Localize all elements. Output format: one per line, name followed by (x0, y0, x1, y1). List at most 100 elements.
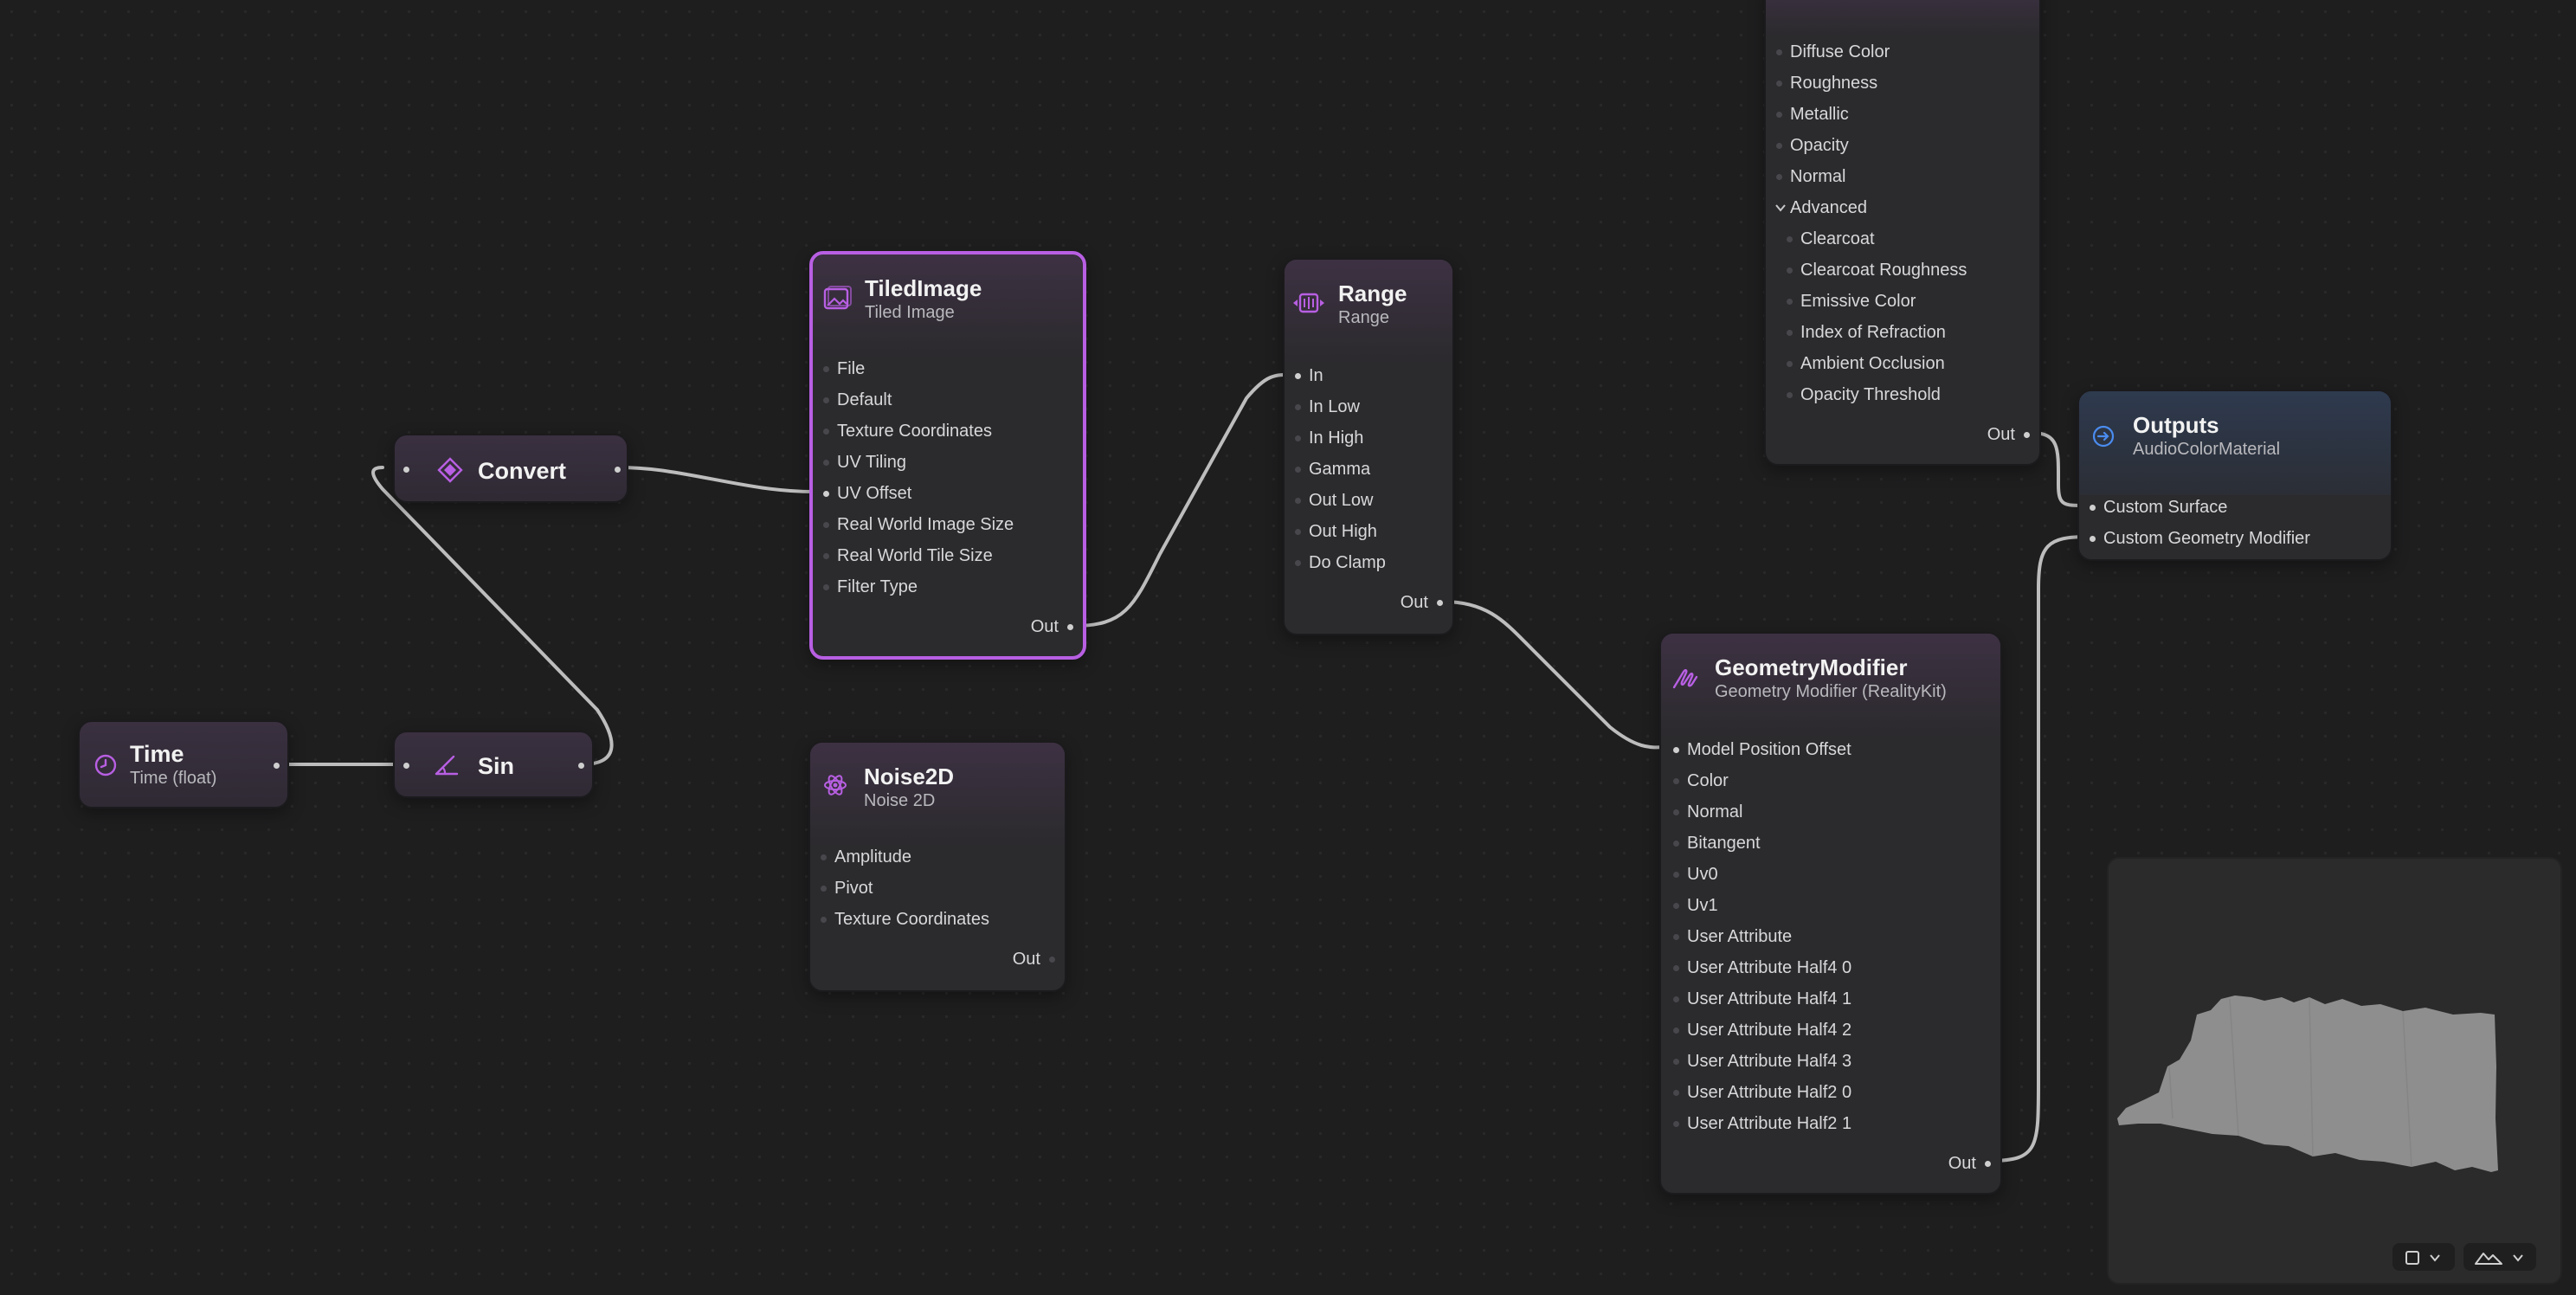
input-port-normal[interactable]: Normal (1775, 166, 1845, 187)
input-port-dot[interactable] (403, 763, 409, 769)
node-header[interactable]: Noise2D Noise 2D (810, 743, 1065, 847)
clock-icon (94, 754, 117, 776)
preview-surface-node[interactable]: Diffuse Color Roughness Metallic Opacity… (1764, 0, 2041, 466)
input-port-pivot[interactable]: Pivot (820, 878, 873, 899)
convert-node[interactable]: Convert (393, 434, 628, 503)
node-title: Outputs (2133, 412, 2219, 438)
input-port-index-of-refraction[interactable]: Index of Refraction (1787, 322, 1946, 343)
wire-geometrymodifier-to-outputs (1988, 535, 2090, 1163)
advanced-label: Advanced (1790, 198, 1867, 217)
node-title: Sin (478, 753, 515, 779)
input-port-real-world-image-size[interactable]: Real World Image Size (822, 514, 1014, 535)
input-port-ambient-occlusion[interactable]: Ambient Occlusion (1787, 353, 1945, 374)
input-port-do-clamp[interactable]: Do Clamp (1295, 552, 1386, 573)
node-title: Convert (478, 458, 567, 484)
input-port-out-high[interactable]: Out High (1295, 521, 1377, 542)
input-port-diffuse-color[interactable]: Diffuse Color (1775, 42, 1890, 62)
range-icon (1293, 293, 1324, 313)
atom-icon (824, 775, 847, 796)
input-port-color[interactable]: Color (1673, 770, 1729, 791)
range-node[interactable]: Range Range In In Low In High Gamma Out … (1283, 258, 1454, 635)
input-port-default[interactable]: Default (822, 390, 892, 410)
output-port-out[interactable]: Out (1987, 424, 2031, 445)
scribble-icon (1672, 669, 1698, 689)
input-port-opacity-threshold[interactable]: Opacity Threshold (1787, 384, 1941, 405)
input-port-texture-coordinates[interactable]: Texture Coordinates (823, 421, 992, 441)
input-port-custom-surface[interactable]: Custom Surface (2089, 497, 2227, 518)
output-port-out[interactable]: Out (1401, 592, 1444, 613)
wire-sin-to-convert (371, 466, 614, 766)
outputs-node[interactable]: Outputs AudioColorMaterial Custom Surfac… (2077, 390, 2392, 561)
output-port-dot[interactable] (615, 467, 621, 473)
node-header[interactable]: Outputs AudioColorMaterial (2079, 391, 2391, 495)
input-port-file[interactable]: File (822, 358, 865, 379)
input-port-gamma[interactable]: Gamma (1294, 459, 1370, 480)
input-port-uv-tiling[interactable]: UV Tiling (822, 452, 906, 473)
noise2d-node[interactable]: Noise2D Noise 2D Amplitude Pivot Texture… (808, 741, 1066, 992)
input-port-emissive-color[interactable]: Emissive Color (1786, 291, 1916, 312)
wire-convert-to-tiledimage (618, 466, 815, 493)
input-port-in-low[interactable]: In Low (1295, 396, 1360, 417)
arrow-circle-icon (2092, 425, 2115, 448)
terrain-icon (2475, 1253, 2502, 1265)
input-port-uv-offset[interactable]: UV Offset (822, 483, 911, 504)
node-title: Noise2D (864, 763, 955, 789)
tiledimage-node[interactable]: TiledImage Tiled Image File Default Text… (809, 251, 1086, 660)
input-port-in[interactable]: In (1295, 365, 1323, 386)
input-port-user-attribute[interactable]: User Attribute (1672, 926, 1792, 947)
node-header[interactable]: Range Range (1285, 260, 1452, 364)
node-header[interactable] (1766, 0, 2039, 36)
input-port-texture-coordinates[interactable]: Texture Coordinates (821, 909, 989, 930)
input-port-user-attribute-half4-3[interactable]: User Attribute Half4 3 (1672, 1051, 1852, 1072)
input-port-metallic[interactable]: Metallic (1776, 104, 1849, 125)
node-subtitle: Range (1338, 308, 1389, 327)
input-port-real-world-tile-size[interactable]: Real World Tile Size (823, 545, 993, 566)
node-title: Range (1338, 280, 1407, 306)
time-node[interactable]: Time Time (float) (78, 720, 289, 809)
node-subtitle: Noise 2D (864, 791, 936, 810)
chevron-down-icon (2513, 1254, 2523, 1262)
chevron-down-icon (2430, 1254, 2440, 1262)
output-port-dot[interactable] (274, 763, 280, 769)
preview-mesh (2117, 995, 2498, 1172)
input-port-dot[interactable] (403, 467, 409, 473)
input-port-bitangent[interactable]: Bitangent (1673, 833, 1761, 854)
node-subtitle: Time (float) (130, 769, 217, 788)
material-preview-panel[interactable] (2107, 857, 2562, 1285)
input-port-clearcoat[interactable]: Clearcoat (1787, 229, 1875, 249)
input-port-uv1[interactable]: Uv1 (1673, 895, 1718, 916)
preview-environment-button[interactable] (2463, 1243, 2536, 1271)
node-title: TiledImage (865, 275, 982, 301)
input-port-user-attribute-half4-2[interactable]: User Attribute Half4 2 (1672, 1020, 1852, 1041)
input-port-roughness[interactable]: Roughness (1775, 73, 1877, 93)
node-title: Time (130, 741, 184, 767)
node-graph-canvas[interactable]: Time Time (float) Sin Convert TiledImage… (0, 0, 2576, 1295)
input-port-user-attribute-half2-0[interactable]: User Attribute Half2 0 (1672, 1082, 1852, 1103)
advanced-section-toggle[interactable]: Advanced (1775, 197, 1867, 218)
input-port-normal[interactable]: Normal (1672, 802, 1742, 822)
input-port-amplitude[interactable]: Amplitude (821, 847, 911, 867)
input-port-user-attribute-half4-0[interactable]: User Attribute Half4 0 (1672, 957, 1852, 978)
output-port-dot[interactable] (578, 763, 584, 769)
geometry-modifier-node[interactable]: GeometryModifier Geometry Modifier (Real… (1659, 632, 2002, 1195)
input-port-opacity[interactable]: Opacity (1776, 135, 1849, 156)
input-port-clearcoat-roughness[interactable]: Clearcoat Roughness (1786, 260, 1967, 280)
input-port-in-high[interactable]: In High (1294, 428, 1363, 448)
output-port-out[interactable]: Out (1013, 949, 1056, 970)
sin-node[interactable]: Sin (393, 731, 594, 798)
angle-icon (435, 755, 459, 776)
input-port-custom-geometry-modifier[interactable]: Custom Geometry Modifier (2090, 528, 2310, 549)
input-port-model-position-offset[interactable]: Model Position Offset (1673, 739, 1852, 760)
node-header[interactable]: TiledImage Tiled Image (813, 254, 1083, 358)
input-port-user-attribute-half2-1[interactable]: User Attribute Half2 1 (1672, 1113, 1852, 1134)
input-port-filter-type[interactable]: Filter Type (823, 577, 918, 597)
output-port-out[interactable]: Out (1948, 1153, 1992, 1174)
preview-shape-button[interactable] (2392, 1243, 2455, 1271)
node-header[interactable]: GeometryModifier Geometry Modifier (Real… (1661, 634, 2000, 738)
output-port-out[interactable]: Out (1031, 616, 1074, 637)
node-title: GeometryModifier (1715, 654, 1908, 680)
input-port-uv0[interactable]: Uv0 (1673, 864, 1718, 885)
input-port-out-low[interactable]: Out Low (1294, 490, 1373, 511)
input-port-user-attribute-half4-1[interactable]: User Attribute Half4 1 (1672, 989, 1852, 1009)
node-subtitle: Geometry Modifier (RealityKit) (1715, 682, 1947, 701)
